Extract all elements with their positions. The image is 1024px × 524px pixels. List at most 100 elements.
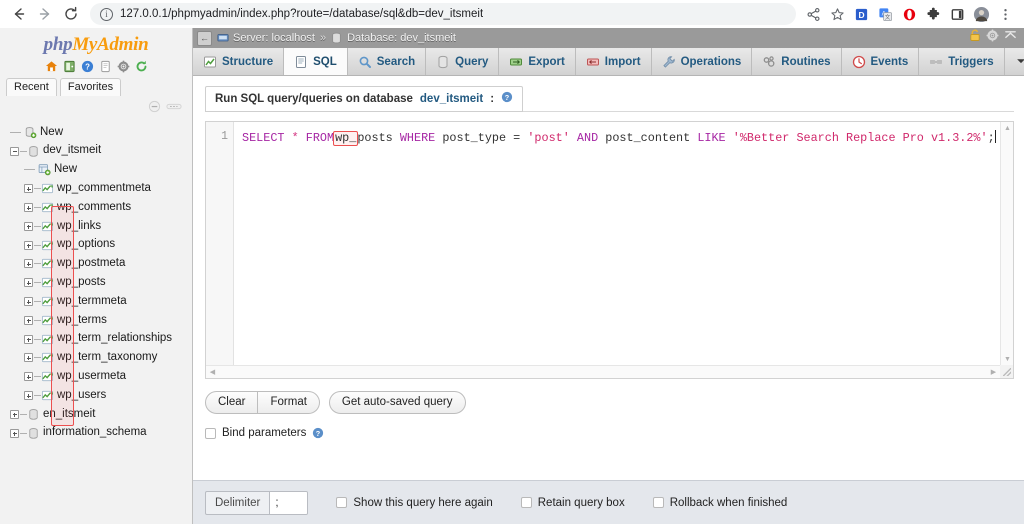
share-icon[interactable] bbox=[802, 3, 824, 25]
tree-table-wp-postmeta[interactable]: wp_postmeta bbox=[0, 255, 192, 274]
tree-item-label: wp_termmeta bbox=[57, 294, 127, 307]
tree-database-information-schema[interactable]: information_schema bbox=[0, 424, 192, 443]
tree-expand-icon[interactable] bbox=[24, 297, 33, 307]
sql-code-line[interactable]: SELECT * FROMwp_posts WHERE post_type = … bbox=[234, 122, 1013, 378]
translate-icon[interactable]: A文 bbox=[874, 3, 896, 25]
recent-tab[interactable]: Recent bbox=[6, 78, 57, 96]
bookmark-star-icon[interactable] bbox=[826, 3, 848, 25]
tree-table-wp-terms[interactable]: wp_terms bbox=[0, 311, 192, 330]
settings-gear-icon[interactable] bbox=[986, 29, 999, 47]
tree-expand-icon[interactable] bbox=[24, 334, 33, 344]
tree-table-wp-options[interactable]: wp_options bbox=[0, 236, 192, 255]
extension-d-icon[interactable]: D bbox=[850, 3, 872, 25]
tree-database-dev-itsmeit[interactable]: dev_itsmeit bbox=[0, 142, 192, 161]
tab-import[interactable]: Import bbox=[575, 48, 652, 75]
sql-editor[interactable]: 1 SELECT * FROMwp_posts WHERE post_type … bbox=[205, 121, 1014, 379]
tree-expand-icon[interactable] bbox=[24, 278, 33, 288]
editor-resize-grip[interactable] bbox=[1000, 365, 1013, 378]
tree-expand-icon[interactable] bbox=[10, 409, 19, 419]
editor-vertical-scrollbar[interactable]: ▲ ▼ bbox=[1000, 122, 1013, 365]
show-query-again-checkbox-row[interactable]: Show this query here again bbox=[336, 497, 493, 509]
scroll-right-arrow-icon[interactable]: ▶ bbox=[987, 366, 1000, 379]
tab-more[interactable]: More bbox=[1004, 48, 1024, 75]
tree-table-wp-term-taxonomy[interactable]: wp_term_taxonomy bbox=[0, 349, 192, 368]
scroll-up-arrow-icon[interactable]: ▲ bbox=[1001, 122, 1013, 134]
tab-events[interactable]: Events bbox=[841, 48, 920, 75]
link-tables-icon[interactable] bbox=[166, 100, 182, 118]
tree-table-wp-usermeta[interactable]: wp_usermeta bbox=[0, 367, 192, 386]
address-bar[interactable]: i 127.0.0.1/phpmyadmin/index.php?route=/… bbox=[90, 3, 796, 25]
retain-query-box-checkbox-row[interactable]: Retain query box bbox=[520, 497, 625, 509]
tree-expand-icon[interactable] bbox=[10, 428, 19, 438]
bind-parameters-checkbox[interactable] bbox=[205, 427, 216, 439]
tab-search[interactable]: Search bbox=[347, 48, 427, 75]
unlock-icon[interactable] bbox=[969, 29, 981, 47]
format-button[interactable]: Format bbox=[258, 391, 320, 414]
server-label[interactable]: Server: localhost bbox=[233, 32, 315, 44]
tree-database-en-itsmeit[interactable]: en_itsmeit bbox=[0, 405, 192, 424]
forward-arrow-icon[interactable] bbox=[34, 3, 56, 25]
clear-button[interactable]: Clear bbox=[205, 391, 259, 414]
phpmyadmin-logo[interactable]: phpMyAdmin bbox=[0, 28, 192, 58]
reload-nav-icon[interactable] bbox=[135, 60, 148, 73]
chrome-menu-icon[interactable] bbox=[994, 3, 1016, 25]
tree-table-wp-posts[interactable]: wp_posts bbox=[0, 273, 192, 292]
get-auto-saved-query-button[interactable]: Get auto-saved query bbox=[328, 391, 466, 414]
tree-table-wp-users[interactable]: wp_users bbox=[0, 386, 192, 405]
tab-query[interactable]: Query bbox=[426, 48, 500, 75]
settings-icon[interactable] bbox=[117, 60, 130, 73]
tab-triggers[interactable]: Triggers bbox=[919, 48, 1005, 75]
tree-expand-icon[interactable] bbox=[24, 391, 33, 401]
tree-new-database[interactable]: New bbox=[0, 123, 192, 142]
retain-query-box-checkbox[interactable] bbox=[520, 497, 532, 508]
help-icon[interactable]: ? bbox=[81, 60, 94, 73]
site-info-icon[interactable]: i bbox=[100, 7, 113, 21]
tab-export[interactable]: Export bbox=[499, 48, 576, 75]
tree-new-table[interactable]: New bbox=[0, 161, 192, 180]
documentation-icon[interactable] bbox=[99, 60, 112, 73]
opera-extension-icon[interactable] bbox=[898, 3, 920, 25]
collapse-all-icon[interactable] bbox=[148, 100, 161, 118]
reload-icon[interactable] bbox=[60, 3, 82, 25]
server-icon[interactable] bbox=[63, 60, 76, 73]
tab-structure[interactable]: Structure bbox=[193, 48, 285, 75]
tree-table-wp-links[interactable]: wp_links bbox=[0, 217, 192, 236]
tab-routines[interactable]: Routines bbox=[752, 48, 842, 75]
rollback-when-finished-checkbox[interactable] bbox=[652, 497, 664, 508]
tree-table-wp-commentmeta[interactable]: wp_commentmeta bbox=[0, 179, 192, 198]
collapse-up-icon[interactable] bbox=[1004, 29, 1017, 47]
help-question-icon[interactable]: ? bbox=[501, 91, 513, 106]
scroll-left-arrow-icon[interactable]: ◀ bbox=[206, 366, 219, 379]
tree-collapse-icon[interactable] bbox=[10, 146, 19, 156]
puzzle-extensions-icon[interactable] bbox=[922, 3, 944, 25]
tree-item-label: en_itsmeit bbox=[43, 407, 96, 420]
tree-expand-icon[interactable] bbox=[24, 203, 33, 213]
editor-horizontal-scrollbar[interactable]: ◀ ▶ bbox=[206, 365, 1000, 378]
delimiter-control[interactable]: Delimiter bbox=[205, 490, 309, 515]
back-arrow-icon[interactable] bbox=[8, 3, 30, 25]
help-question-icon[interactable]: ? bbox=[312, 427, 324, 439]
tree-table-wp-term-relationships[interactable]: wp_term_relationships bbox=[0, 330, 192, 349]
tree-expand-icon[interactable] bbox=[24, 372, 33, 382]
scroll-down-arrow-icon[interactable]: ▼ bbox=[1001, 353, 1013, 365]
tab-sql[interactable]: SQL bbox=[284, 48, 348, 75]
sidebar-collapse-button[interactable]: ← bbox=[197, 30, 212, 46]
favorites-tab[interactable]: Favorites bbox=[59, 78, 122, 96]
sidepanel-icon[interactable] bbox=[946, 3, 968, 25]
tree-expand-icon[interactable] bbox=[24, 240, 33, 250]
profile-avatar-icon[interactable] bbox=[970, 3, 992, 25]
tree-expand-icon[interactable] bbox=[24, 259, 33, 269]
tab-operations[interactable]: Operations bbox=[651, 48, 753, 75]
tree-table-wp-comments[interactable]: wp_comments bbox=[0, 198, 192, 217]
show-query-again-checkbox[interactable] bbox=[336, 497, 348, 508]
database-label[interactable]: Database: dev_itsmeit bbox=[347, 32, 456, 44]
home-icon[interactable] bbox=[45, 60, 58, 73]
delimiter-input[interactable] bbox=[269, 491, 308, 514]
logo-admin: Admin bbox=[97, 34, 149, 55]
tree-expand-icon[interactable] bbox=[24, 184, 33, 194]
tree-expand-icon[interactable] bbox=[24, 315, 33, 325]
tree-table-wp-termmeta[interactable]: wp_termmeta bbox=[0, 292, 192, 311]
rollback-when-finished-checkbox-row[interactable]: Rollback when finished bbox=[652, 497, 787, 509]
tree-expand-icon[interactable] bbox=[24, 221, 33, 231]
tree-expand-icon[interactable] bbox=[24, 353, 33, 363]
